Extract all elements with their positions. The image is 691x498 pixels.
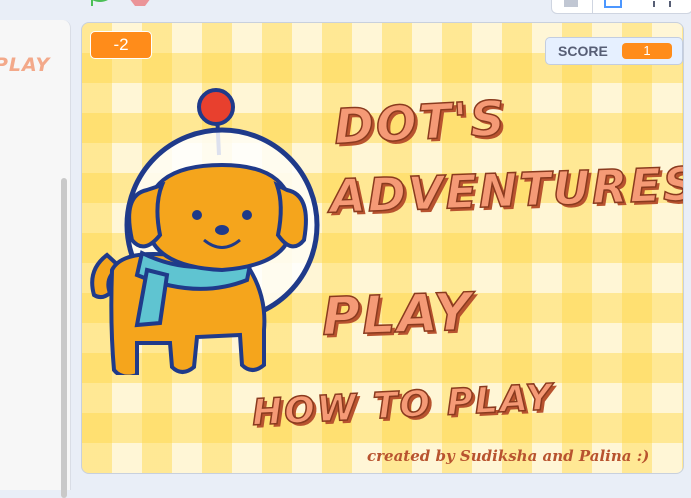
dot-dog-sprite[interactable] — [82, 55, 332, 375]
title-line-1: DOT'S — [332, 90, 509, 156]
score-value: 1 — [622, 43, 672, 59]
credits-text: created by Sudiksha and Palina :) — [367, 447, 650, 465]
fullscreen-icon — [653, 1, 671, 7]
stop-icon[interactable] — [128, 0, 152, 6]
stage[interactable]: -2 SCORE 1 DOT'S ADVENTURES PLAY HOW TO … — [81, 22, 684, 474]
normal-stage-button[interactable] — [592, 0, 633, 13]
play-button[interactable]: PLAY — [320, 282, 475, 349]
costume-preview-text: PLAY — [0, 54, 51, 76]
fullscreen-button[interactable] — [642, 0, 682, 13]
title-line-2: ADVENTURES — [328, 156, 684, 224]
score-monitor: SCORE 1 — [545, 37, 683, 65]
how-to-play-button[interactable]: HOW TO PLAY — [250, 376, 555, 434]
code-area-panel: PLAY — [0, 20, 71, 498]
vertical-scrollbar[interactable] — [61, 178, 67, 498]
score-label: SCORE — [558, 43, 608, 59]
normal-stage-icon — [604, 0, 622, 8]
small-stage-button[interactable] — [552, 0, 592, 13]
green-flag-icon[interactable] — [88, 0, 112, 6]
stage-size-controls — [551, 0, 691, 14]
small-stage-icon — [564, 0, 578, 7]
